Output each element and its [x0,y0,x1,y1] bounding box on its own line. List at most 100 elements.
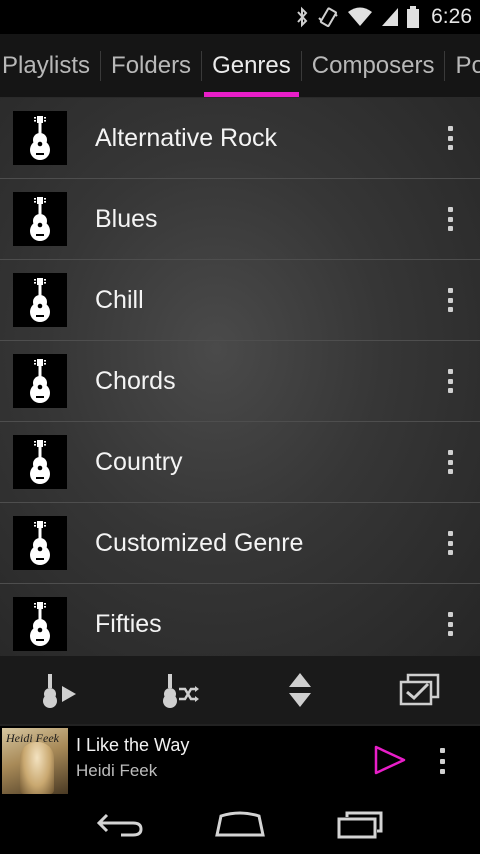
genre-thumbnail [13,435,67,489]
guitar-icon [28,196,52,242]
overflow-dot [447,540,453,546]
play-button[interactable] [370,742,410,778]
overflow-dot [447,307,453,312]
back-button[interactable] [85,799,155,849]
overflow-dot [447,288,453,293]
overflow-dot [447,378,453,384]
tab-label: Podcasts [455,52,480,79]
now-playing-title: I Like the Way [76,735,190,755]
tab-label: Composers [311,52,435,79]
sort-icon [289,673,311,707]
wifi-icon [347,5,373,29]
genre-row[interactable]: Chords [0,341,480,422]
genre-row[interactable]: Chill [0,260,480,341]
overflow-dot [447,469,453,474]
overflow-dot [447,145,453,150]
genre-overflow-menu[interactable] [440,122,460,154]
tab-genres[interactable]: Genres [202,34,301,97]
overflow-dot [447,631,453,636]
genre-thumbnail [13,597,67,651]
overflow-dot [447,135,453,141]
genre-overflow-menu[interactable] [440,203,460,235]
multi-select-icon [399,673,440,706]
genre-label: Alternative Rock [95,123,278,152]
album-art-figure [20,742,54,794]
tab-podcasts[interactable]: Podcasts [445,34,480,97]
overflow-dot [447,226,453,231]
overflow-dot [447,207,453,212]
genre-label: Chords [95,366,176,395]
now-playing-bar[interactable]: Heidi Feek I Like the Way Heidi Feek [0,724,480,794]
tab-playlists[interactable]: Playlists [0,34,100,97]
album-art[interactable]: Heidi Feek [2,728,68,794]
genre-overflow-menu[interactable] [440,608,460,640]
genre-overflow-menu[interactable] [440,446,460,478]
home-button[interactable] [205,799,275,849]
genre-thumbnail [13,516,67,570]
genre-row[interactable]: Customized Genre [0,503,480,584]
genre-row[interactable]: Fifties [0,584,480,656]
status-time: 6:26 [431,5,472,28]
multi-select-button[interactable] [380,660,460,720]
play-genre-icon [43,674,76,708]
genre-overflow-menu[interactable] [440,527,460,559]
status-bar: 6:26 [0,0,480,34]
overflow-dot [447,621,453,627]
bluetooth-icon [295,5,309,29]
genre-thumbnail [13,111,67,165]
genre-label: Fifties [95,609,162,638]
now-playing-artist: Heidi Feek [76,761,158,780]
back-icon [96,813,143,837]
play-genre-button[interactable] [20,660,100,720]
genre-thumbnail [13,354,67,408]
genre-row[interactable]: Country [0,422,480,503]
overflow-dot [447,550,453,555]
action-bar [0,656,480,724]
tab-label: Playlists [2,52,91,79]
album-art-text: Heidi Feek [6,731,59,745]
signal-icon [381,5,399,29]
overflow-dot [447,531,453,536]
genre-row[interactable]: Alternative Rock [0,98,480,179]
play-icon [374,745,406,775]
tab-label: Genres [212,52,291,79]
overflow-dot [439,769,445,774]
genre-label: Blues [95,204,158,233]
overflow-dot [447,388,453,393]
overflow-dot [447,297,453,303]
genre-row[interactable]: Blues [0,179,480,260]
guitar-icon [28,358,52,404]
navigation-bar [0,794,480,854]
genre-list[interactable]: Alternative Rock Blues Chill Chords Country C… [0,98,480,656]
tab-folders[interactable]: Folders [101,34,201,97]
overflow-dot [447,612,453,617]
battery-icon [407,5,420,29]
overflow-dot [447,459,453,465]
tab-bar: Playlists Folders Genres Composers Podca… [0,34,480,98]
home-icon [215,811,265,837]
guitar-icon [28,601,52,647]
guitar-icon [28,277,52,323]
overflow-dot [439,758,445,764]
genre-thumbnail [13,192,67,246]
genre-overflow-menu[interactable] [440,365,460,397]
recent-apps-icon [337,811,383,839]
tab-label: Folders [111,52,192,79]
overflow-dot [447,216,453,222]
recent-apps-button[interactable] [325,799,395,849]
genre-overflow-menu[interactable] [440,284,460,316]
genre-label: Country [95,447,183,476]
guitar-icon [28,439,52,485]
now-playing-overflow-menu[interactable] [432,745,452,777]
overflow-dot [447,369,453,374]
sort-button[interactable] [260,660,340,720]
overflow-dot [447,450,453,455]
guitar-icon [28,520,52,566]
genre-thumbnail [13,273,67,327]
shuffle-genre-button[interactable] [140,660,220,720]
vibrate-icon [317,5,339,29]
genre-label: Customized Genre [95,528,304,557]
tab-composers[interactable]: Composers [302,34,445,97]
shuffle-genre-icon [163,674,199,708]
genre-label: Chill [95,285,144,314]
